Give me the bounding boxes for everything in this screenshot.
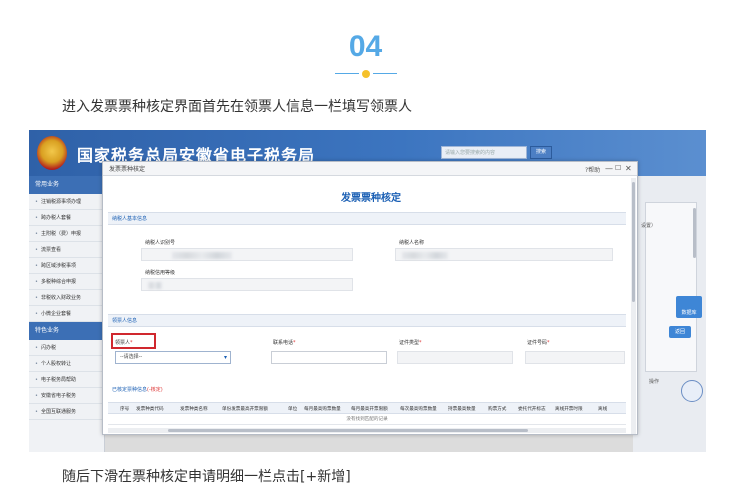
divider-line-left <box>335 73 359 74</box>
picker-select[interactable]: --请选择-- ▾ <box>115 351 231 364</box>
footer-paragraph: 随后下滑在票种核定申请明细一栏点击[+新增] <box>62 469 351 485</box>
picker-select-value: --请选择-- <box>120 354 143 360</box>
dialog-window-title: 发票票种核定 <box>109 166 146 173</box>
scroll-thumb[interactable] <box>632 182 635 302</box>
sidebar-item[interactable]: 流票查看 <box>29 242 104 258</box>
id-type-field[interactable] <box>397 351 513 364</box>
required-mark: * <box>547 340 550 346</box>
approved-types-note: (-核定) <box>147 387 163 393</box>
dialog-titlebar: 发票票种核定 ?帮助 — ☐ ✕ <box>103 162 637 176</box>
scroll-thumb[interactable] <box>168 429 528 432</box>
portal-sidebar: 常用业务 注销税源事项办理 跨办税人套餐 主附税（费）申报 流票查看 跨区域涉税… <box>29 176 105 452</box>
phone-label: 联系电话* <box>273 339 296 346</box>
article-page: 04 进入发票票种核定界面首先在领票人信息一栏填写领票人 国家税务总局安徽省电子… <box>0 0 731 492</box>
column-header: 购票方式 <box>488 407 507 412</box>
credit-level-label: 纳税信用等级 <box>145 270 176 276</box>
taxpayer-name-label: 纳税人名称 <box>399 240 425 246</box>
sidebar-item[interactable]: 电子税务局帮助 <box>29 372 104 388</box>
id-number-label-text: 证件号码 <box>527 340 548 346</box>
sidebar-item[interactable]: 跨区域涉税事项 <box>29 258 104 274</box>
step-divider <box>335 70 397 78</box>
column-header: 每月最高开票限额 <box>351 407 388 412</box>
maximize-icon[interactable]: ☐ <box>615 163 621 174</box>
form-title: 发票票种核定 <box>341 193 401 204</box>
portal-search-input[interactable]: 请输入您要搜索的内容 <box>441 146 527 159</box>
required-mark: * <box>419 340 422 346</box>
sidebar-item[interactable]: 闪办税 <box>29 340 104 356</box>
phone-input[interactable] <box>271 351 387 364</box>
column-header: 每月最高购票数量 <box>304 407 341 412</box>
help-button[interactable]: ?帮助 <box>585 165 600 176</box>
national-emblem-icon <box>37 136 67 170</box>
table-empty-message: 没有找到匹配的记录 <box>108 415 626 425</box>
sidebar-item[interactable]: 主附税（费）申报 <box>29 226 104 242</box>
column-header: 单份发票最高开票限额 <box>222 407 268 412</box>
right-panel-scrollbar[interactable] <box>693 208 696 258</box>
approved-types-title: 已核定票种信息 <box>112 387 148 393</box>
portal-search-button[interactable]: 搜索 <box>530 146 552 159</box>
sidebar-item[interactable]: 注销税源事项办理 <box>29 194 104 210</box>
phone-label-text: 联系电话 <box>273 340 294 346</box>
id-number-field[interactable] <box>525 351 625 364</box>
intro-paragraph: 进入发票票种核定界面首先在领票人信息一栏填写领票人 <box>62 99 412 115</box>
return-button[interactable]: 返回 <box>669 326 691 338</box>
id-type-label-text: 证件类型 <box>399 340 420 346</box>
column-header: 离线 <box>598 407 608 412</box>
credit-level-field <box>141 278 353 291</box>
sidebar-item[interactable]: 跨办税人套餐 <box>29 210 104 226</box>
section-taxpayer-basic: 纳税人基本信息 <box>108 212 626 225</box>
sidebar-header-common[interactable]: 常用业务 <box>29 176 104 194</box>
database-float-button[interactable]: 数据库 <box>676 296 702 318</box>
taxpayer-id-field <box>141 248 353 261</box>
step-number: 04 <box>348 30 383 63</box>
column-header: 每次最高购票数量 <box>400 407 437 412</box>
sidebar-item[interactable]: 个人股权转让 <box>29 356 104 372</box>
sidebar-item[interactable]: 小微企业套餐 <box>29 306 104 322</box>
divider-line-right <box>373 73 397 74</box>
highlight-annotation-box <box>111 333 156 349</box>
section-ticket-picker: 领票人信息 <box>108 314 626 327</box>
required-mark: * <box>293 340 296 346</box>
column-header: 离线开票时限 <box>555 407 583 412</box>
sidebar-item[interactable]: 多税种综合申报 <box>29 274 104 290</box>
assistant-mascot-icon[interactable] <box>681 380 703 402</box>
table-horizontal-scrollbar[interactable] <box>108 428 626 433</box>
id-number-label: 证件号码* <box>527 339 550 346</box>
right-panel-text: 设置） <box>641 223 657 229</box>
taxpayer-name-field <box>395 248 613 261</box>
taxpayer-id-label: 纳税人识别号 <box>145 240 176 246</box>
divider-dot <box>362 70 370 78</box>
column-header: 发票种类代码 <box>136 407 164 412</box>
chevron-down-icon: ▾ <box>223 354 227 361</box>
operation-column-label: 操作 <box>649 379 660 385</box>
invoice-table-header: 序号 发票种类代码 发票种类名称 单份发票最高开票限额 单位 每月最高购票数量 … <box>108 402 626 414</box>
sidebar-item[interactable]: 非税收入财政业务 <box>29 290 104 306</box>
sidebar-header-special[interactable]: 特色业务 <box>29 322 104 340</box>
column-header: 发票种类名称 <box>180 407 208 412</box>
sidebar-item[interactable]: 安徽省电子税务 <box>29 388 104 404</box>
column-header: 序号 <box>120 407 130 412</box>
tax-portal-screenshot: 国家税务总局安徽省电子税务局 请输入您要搜索的内容 搜索 常用业务 注销税源事项… <box>29 130 706 452</box>
minimize-icon[interactable]: — <box>605 163 613 174</box>
section-approved-types: 已核定票种信息(-核定) <box>108 384 626 396</box>
invoice-verification-dialog: 发票票种核定 ?帮助 — ☐ ✕ 发票票种核定 纳税人基本信息 纳税人识别号 纳… <box>102 161 638 435</box>
column-header: 单位 <box>288 407 298 412</box>
sidebar-item[interactable]: 全国互联通服务 <box>29 404 104 420</box>
column-header: 持票最高数量 <box>448 407 476 412</box>
close-icon[interactable]: ✕ <box>625 163 632 174</box>
dialog-vertical-scrollbar[interactable] <box>631 178 636 434</box>
column-header: 委托代开标志 <box>518 407 546 412</box>
id-type-label: 证件类型* <box>399 339 422 346</box>
